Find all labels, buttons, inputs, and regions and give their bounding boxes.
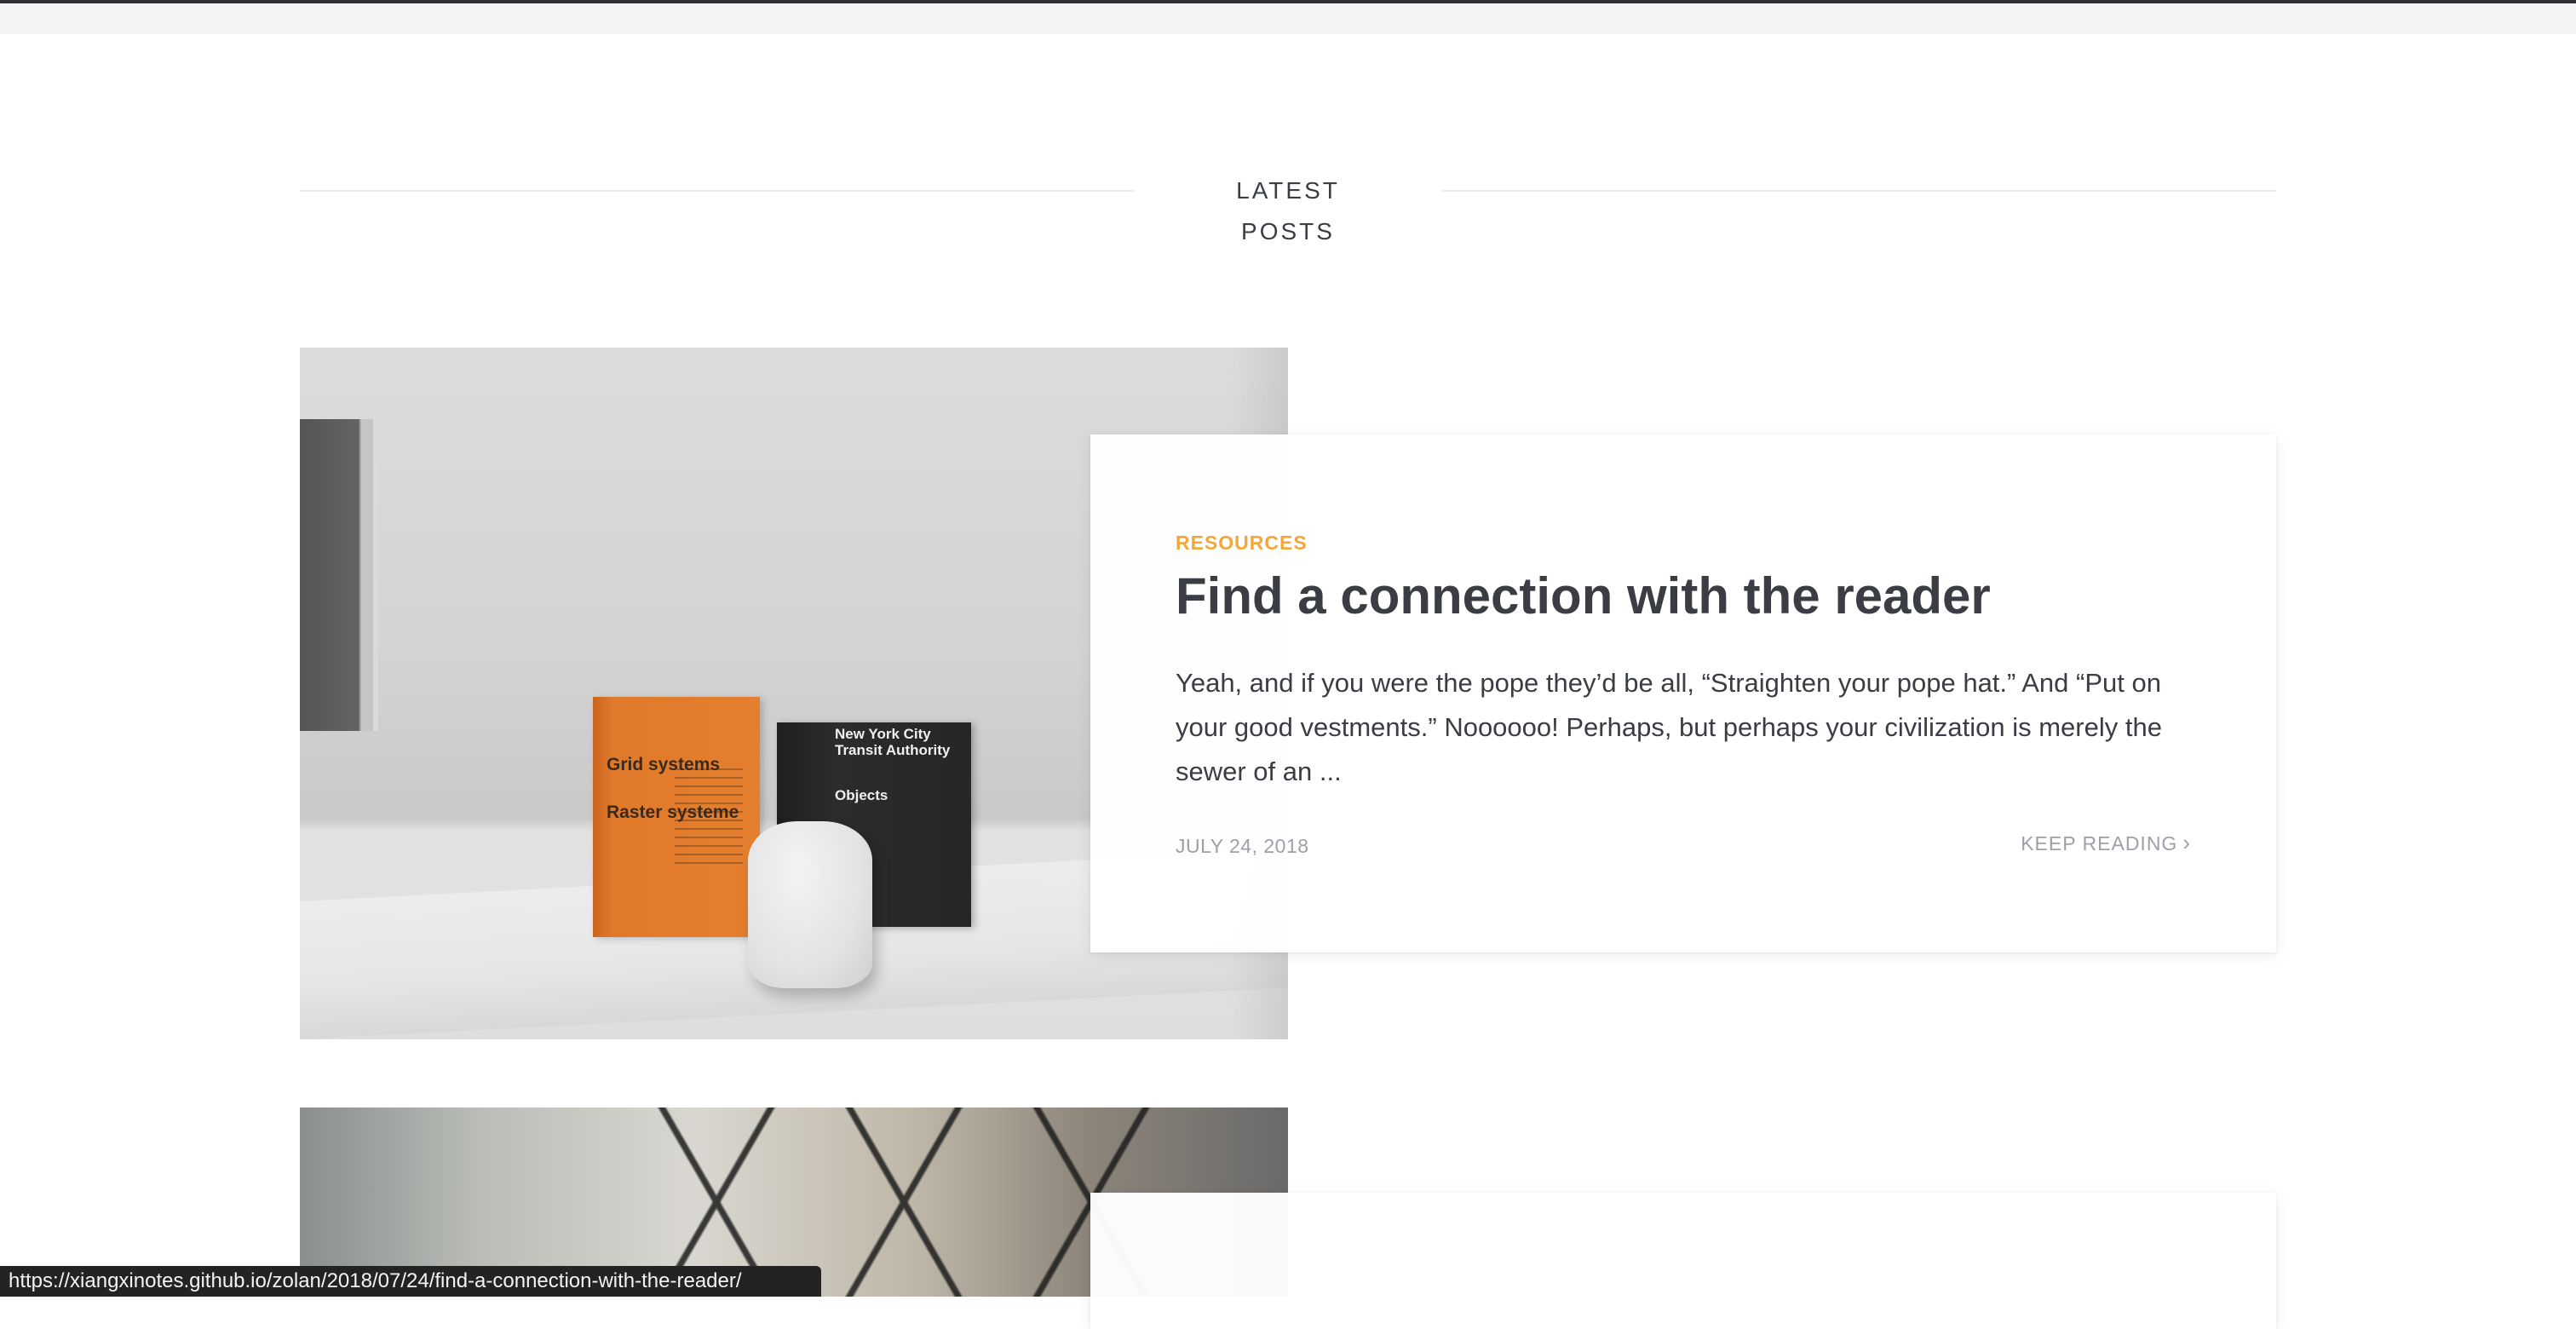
section-header: LATEST POSTS [300,170,2276,245]
picture-frame [300,419,378,731]
book-black-subtitle: Objects [835,787,888,803]
section-title: LATEST POSTS [1236,177,1340,245]
divider-right [1441,190,2276,192]
speaker [748,821,872,988]
book-orange-title-2: Raster systeme [607,803,739,822]
keep-reading-link[interactable]: KEEP READING › [2021,830,2191,856]
post-title[interactable]: Find a connection with the reader [1176,562,2198,630]
top-bar [0,0,2576,34]
book-black-title: New York City Transit Authority [835,726,951,758]
divider-left [300,190,1135,192]
post-category[interactable]: RESOURCES [1176,532,1308,555]
post-date: JULY 24, 2018 [1176,835,1309,857]
keep-reading-label: KEEP READING [2021,832,2178,854]
post-excerpt: Yeah, and if you were the pope they’d be… [1176,668,2162,786]
book-orange: Grid systems Raster systeme [593,697,760,937]
chevron-right-icon: › [2182,830,2191,855]
post-card-2 [1090,1193,2276,1329]
status-bar-url: https://xiangxinotes.github.io/zolan/201… [0,1266,821,1297]
post-card: RESOURCES Find a connection with the rea… [1090,434,2276,952]
